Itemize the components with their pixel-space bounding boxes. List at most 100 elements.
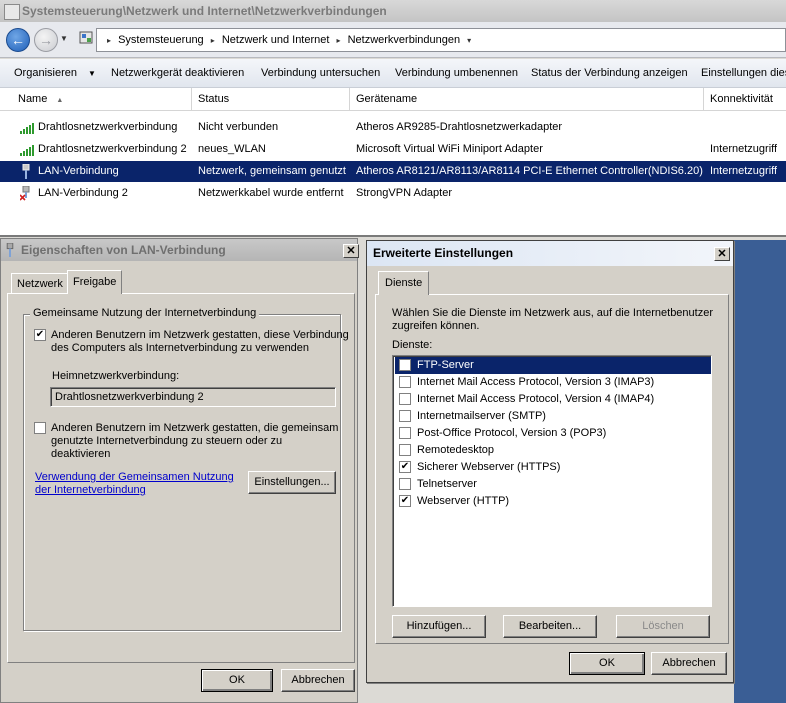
services-label: Dienste:: [392, 339, 433, 351]
control-panel-icon: [79, 31, 93, 44]
connection-name: LAN-Verbindung 2: [38, 187, 128, 199]
command-bar: Organisieren ▼ Netzwerkgerät deaktiviere…: [0, 59, 786, 88]
column-header-row: Name ▲ Status Gerätename Konnektivität: [0, 88, 786, 111]
connection-connectivity: Internetzugriff: [710, 143, 778, 155]
connection-row[interactable]: Drahtlosnetzwerkverbindung 2 neues_WLAN …: [0, 139, 786, 160]
connection-name: Drahtlosnetzwerkverbindung 2: [38, 143, 187, 155]
history-dropdown-icon[interactable]: ▼: [60, 34, 70, 46]
advanced-settings-dialog: Erweiterte Einstellungen ✕ Dienste Wähle…: [366, 240, 734, 683]
breadcrumb-item[interactable]: Systemsteuerung: [118, 34, 204, 46]
allow-sharing-checkbox[interactable]: ✔: [34, 329, 46, 341]
cancel-button[interactable]: Abbrechen: [651, 652, 727, 675]
change-settings-button[interactable]: Einstellungen dies: [701, 59, 786, 88]
service-item[interactable]: Internet Mail Access Protocol, Version 4…: [395, 391, 711, 408]
organize-button[interactable]: Organisieren ▼: [14, 59, 96, 88]
service-checkbox[interactable]: [399, 444, 411, 456]
ics-help-link[interactable]: Verwendung der Gemeinsamen Nutzung der I…: [35, 471, 234, 497]
service-checkbox[interactable]: [399, 393, 411, 405]
lan-cable-icon: [22, 164, 30, 179]
home-network-field[interactable]: Drahtlosnetzwerkverbindung 2: [50, 387, 336, 407]
service-checkbox[interactable]: [399, 478, 411, 490]
properties-dialog-title: Eigenschaften von LAN-Verbindung: [21, 243, 226, 257]
address-bar: ← → ▼ ▸ Systemsteuerung ▸ Netzwerk und I…: [0, 22, 786, 58]
service-item[interactable]: Telnetserver: [395, 476, 711, 493]
column-header-name[interactable]: Name ▲: [12, 88, 192, 111]
delete-service-button: Löschen: [616, 615, 710, 638]
connection-device: Microsoft Virtual WiFi Miniport Adapter: [356, 143, 543, 155]
service-label: Webserver (HTTP): [417, 495, 510, 507]
service-checkbox[interactable]: [399, 376, 411, 388]
service-item[interactable]: Internet Mail Access Protocol, Version 3…: [395, 374, 711, 391]
ok-button[interactable]: OK: [569, 652, 645, 675]
lan-cable-icon: [6, 243, 14, 257]
service-label: Telnetserver: [417, 478, 477, 490]
back-arrow-icon[interactable]: ←: [6, 28, 30, 52]
home-network-label: Heimnetzwerkverbindung:: [52, 370, 180, 382]
diagnose-connection-button[interactable]: Verbindung untersuchen: [261, 59, 380, 88]
services-description-line: Wählen Sie die Dienste im Netzwerk aus, …: [392, 307, 713, 319]
service-checkbox[interactable]: ✔: [399, 461, 411, 473]
connection-row[interactable]: LAN-Verbindung 2 Netzwerkkabel wurde ent…: [0, 183, 786, 204]
breadcrumb[interactable]: ▸ Systemsteuerung ▸ Netzwerk und Interne…: [96, 28, 786, 52]
service-checkbox[interactable]: [399, 359, 411, 371]
allow-control-checkbox[interactable]: [34, 422, 46, 434]
service-checkbox[interactable]: [399, 427, 411, 439]
rename-connection-button[interactable]: Verbindung umbenennen: [395, 59, 518, 88]
breadcrumb-item[interactable]: Netzwerk und Internet: [222, 34, 330, 46]
connection-device: Atheros AR8121/AR8113/AR8114 PCI-E Ether…: [356, 165, 703, 177]
services-list[interactable]: FTP-Server Internet Mail Access Protocol…: [392, 355, 712, 607]
chevron-right-icon[interactable]: ▸: [211, 36, 215, 45]
close-icon[interactable]: ✕: [714, 247, 730, 261]
view-status-button[interactable]: Status der Verbindung anzeigen: [531, 59, 688, 88]
edit-service-button[interactable]: Bearbeiten...: [503, 615, 597, 638]
breadcrumb-item[interactable]: Netzwerkverbindungen: [348, 34, 461, 46]
cancel-button[interactable]: Abbrechen: [281, 669, 355, 692]
add-service-button[interactable]: Hinzufügen...: [392, 615, 486, 638]
window-title-bar: Systemsteuerung\Netzwerk und Internet\Ne…: [0, 0, 786, 22]
service-label: Internet Mail Access Protocol, Version 3…: [417, 376, 655, 388]
desktop-background: [734, 240, 786, 703]
connection-status: Netzwerk, gemeinsam genutzt: [198, 165, 346, 177]
connection-name: LAN-Verbindung: [38, 165, 119, 177]
tab-freigabe[interactable]: Freigabe: [67, 270, 123, 294]
deactivate-device-button[interactable]: Netzwerkgerät deaktivieren: [111, 59, 244, 88]
ok-button[interactable]: OK: [201, 669, 273, 692]
service-checkbox[interactable]: ✔: [399, 495, 411, 507]
service-label: Internet Mail Access Protocol, Version 4…: [417, 393, 655, 405]
connection-row[interactable]: Drahtlosnetzwerkverbindung Nicht verbund…: [0, 117, 786, 138]
service-item[interactable]: Remotedesktop: [395, 442, 711, 459]
connection-list: Drahtlosnetzwerkverbindung Nicht verbund…: [0, 111, 786, 237]
advanced-settings-title-bar: Erweiterte Einstellungen: [367, 241, 733, 266]
service-item[interactable]: ✔ Sicherer Webserver (HTTPS): [395, 459, 711, 476]
connection-name: Drahtlosnetzwerkverbindung: [38, 121, 178, 133]
connection-status: Nicht verbunden: [198, 121, 279, 133]
chevron-right-icon[interactable]: ▸: [337, 36, 341, 45]
ics-group-label: Gemeinsame Nutzung der Internetverbindun…: [30, 307, 260, 319]
column-header-connectivity[interactable]: Konnektivität: [704, 88, 786, 111]
column-header-device[interactable]: Gerätename: [350, 88, 704, 111]
settings-button[interactable]: Einstellungen...: [248, 471, 336, 494]
lan-disconnected-icon: [20, 186, 30, 201]
connection-status: neues_WLAN: [198, 143, 266, 155]
organize-label: Organisieren: [14, 67, 77, 79]
advanced-settings-title: Erweiterte Einstellungen: [373, 246, 514, 260]
service-checkbox[interactable]: [399, 410, 411, 422]
forward-arrow-icon[interactable]: →: [34, 28, 58, 52]
service-item[interactable]: Internetmailserver (SMTP): [395, 408, 711, 425]
service-item[interactable]: Post-Office Protocol, Version 3 (POP3): [395, 425, 711, 442]
service-label: Post-Office Protocol, Version 3 (POP3): [417, 427, 607, 439]
properties-dialog-title-bar: Eigenschaften von LAN-Verbindung: [1, 239, 357, 261]
sort-ascending-icon: ▲: [56, 97, 64, 104]
chevron-down-icon[interactable]: ▾: [467, 36, 471, 45]
connection-row-selected[interactable]: LAN-Verbindung Netzwerk, gemeinsam genut…: [0, 161, 786, 182]
wifi-signal-icon: [20, 145, 34, 156]
services-tab-panel: Wählen Sie die Dienste im Netzwerk aus, …: [375, 294, 729, 644]
service-item-selected[interactable]: FTP-Server: [395, 357, 711, 374]
tab-dienste[interactable]: Dienste: [378, 271, 430, 295]
service-item[interactable]: ✔ Webserver (HTTP): [395, 493, 711, 510]
tab-netzwerk[interactable]: Netzwerk: [11, 273, 69, 293]
column-label: Name: [18, 93, 48, 105]
close-icon[interactable]: ✕: [343, 244, 359, 258]
column-header-status[interactable]: Status: [192, 88, 350, 111]
services-description-line: zugreifen können.: [392, 320, 480, 332]
